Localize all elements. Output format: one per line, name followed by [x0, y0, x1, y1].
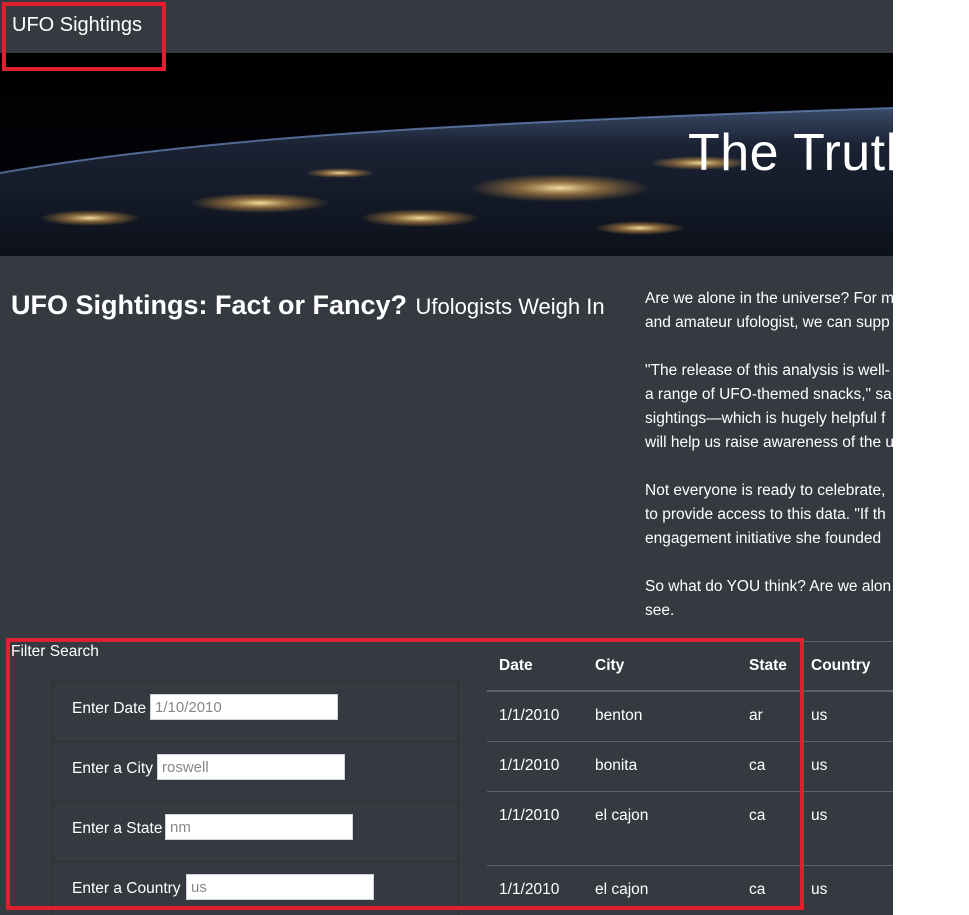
cell-city: benton	[583, 691, 737, 742]
article-line: "The release of this analysis is well-	[645, 362, 890, 379]
cell-state: ca	[737, 865, 799, 915]
navbar: UFO Sightings	[0, 0, 893, 53]
article-paragraph: Are we alone in the universe? For m and …	[645, 287, 893, 335]
filter-list: Enter Date Enter a City Enter a State En…	[52, 681, 459, 915]
state-input[interactable]	[165, 814, 353, 840]
filter-city-row: Enter a City	[53, 742, 458, 802]
article-line: Are we alone in the universe? For m	[645, 290, 893, 307]
cell-state: ca	[737, 741, 799, 792]
city-label: Enter a City	[72, 760, 153, 777]
state-label: Enter a State	[72, 820, 163, 837]
article-paragraph: "The release of this analysis is well- a…	[645, 359, 893, 455]
article-line: to provide access to this data. "If th	[645, 506, 886, 523]
column-header-country: Country	[799, 641, 893, 692]
column-header-date: Date	[487, 641, 583, 692]
article-line: Not everyone is ready to celebrate,	[645, 482, 886, 499]
cell-state: ar	[737, 691, 799, 742]
headline-sub: Ufologists Weigh In	[415, 294, 605, 319]
date-input[interactable]	[150, 694, 338, 720]
filter-country-row: Enter a Country	[53, 862, 458, 915]
hero-banner: The Truth	[0, 53, 893, 256]
article-line: engagement initiative she founded	[645, 530, 882, 547]
ufo-data-table: Date City State Country 1/1/2010 benton …	[487, 641, 893, 915]
navbar-brand[interactable]: UFO Sightings	[12, 14, 142, 37]
country-input[interactable]	[186, 874, 374, 900]
cell-date: 1/1/2010	[487, 691, 583, 742]
cell-date: 1/1/2010	[487, 741, 583, 792]
date-label: Enter Date	[72, 700, 147, 717]
cell-country: us	[799, 791, 893, 866]
hero-title: The Truth	[688, 124, 893, 182]
article-line: and amateur ufologist, we can supp	[645, 314, 890, 331]
table-row: 1/1/2010 el cajon ca us	[487, 865, 893, 915]
column-header-state: State	[737, 641, 799, 692]
country-label: Enter a Country	[72, 880, 181, 897]
article-line: So what do YOU think? Are we alon	[645, 578, 892, 595]
article-line: a range of UFO-themed snacks," sa	[645, 386, 892, 403]
cell-date: 1/1/2010	[487, 791, 583, 866]
cell-city: bonita	[583, 741, 737, 792]
article-line: see.	[645, 602, 675, 619]
table-row: 1/1/2010 bonita ca us	[487, 741, 893, 792]
column-header-city: City	[583, 641, 737, 692]
cell-city: el cajon	[583, 865, 737, 915]
filter-state-row: Enter a State	[53, 802, 458, 862]
article-text: Are we alone in the universe? For m and …	[645, 287, 893, 647]
table-header-row: Date City State Country	[487, 641, 893, 692]
article-paragraph: So what do YOU think? Are we alon see.	[645, 575, 893, 623]
article-paragraph: Not everyone is ready to celebrate, to p…	[645, 479, 893, 551]
headline-main: UFO Sightings: Fact or Fancy?	[11, 290, 408, 320]
cell-city: el cajon	[583, 791, 737, 866]
cell-country: us	[799, 691, 893, 742]
filter-date-row: Enter Date	[53, 682, 458, 742]
cell-date: 1/1/2010	[487, 865, 583, 915]
cell-country: us	[799, 741, 893, 792]
city-input[interactable]	[157, 754, 345, 780]
filter-search-title: Filter Search	[11, 643, 99, 660]
table-row: 1/1/2010 benton ar us	[487, 691, 893, 742]
article-headline: UFO Sightings: Fact or Fancy? Ufologists…	[11, 290, 605, 321]
cell-country: us	[799, 865, 893, 915]
article-line: will help us raise awareness of the u	[645, 434, 893, 451]
cell-state: ca	[737, 791, 799, 866]
page-viewport: UFO Sightings The Truth UFO Sightings: F…	[0, 0, 893, 915]
article-line: sightings—which is hugely helpful f	[645, 410, 886, 427]
table-row: 1/1/2010 el cajon ca us	[487, 791, 893, 866]
